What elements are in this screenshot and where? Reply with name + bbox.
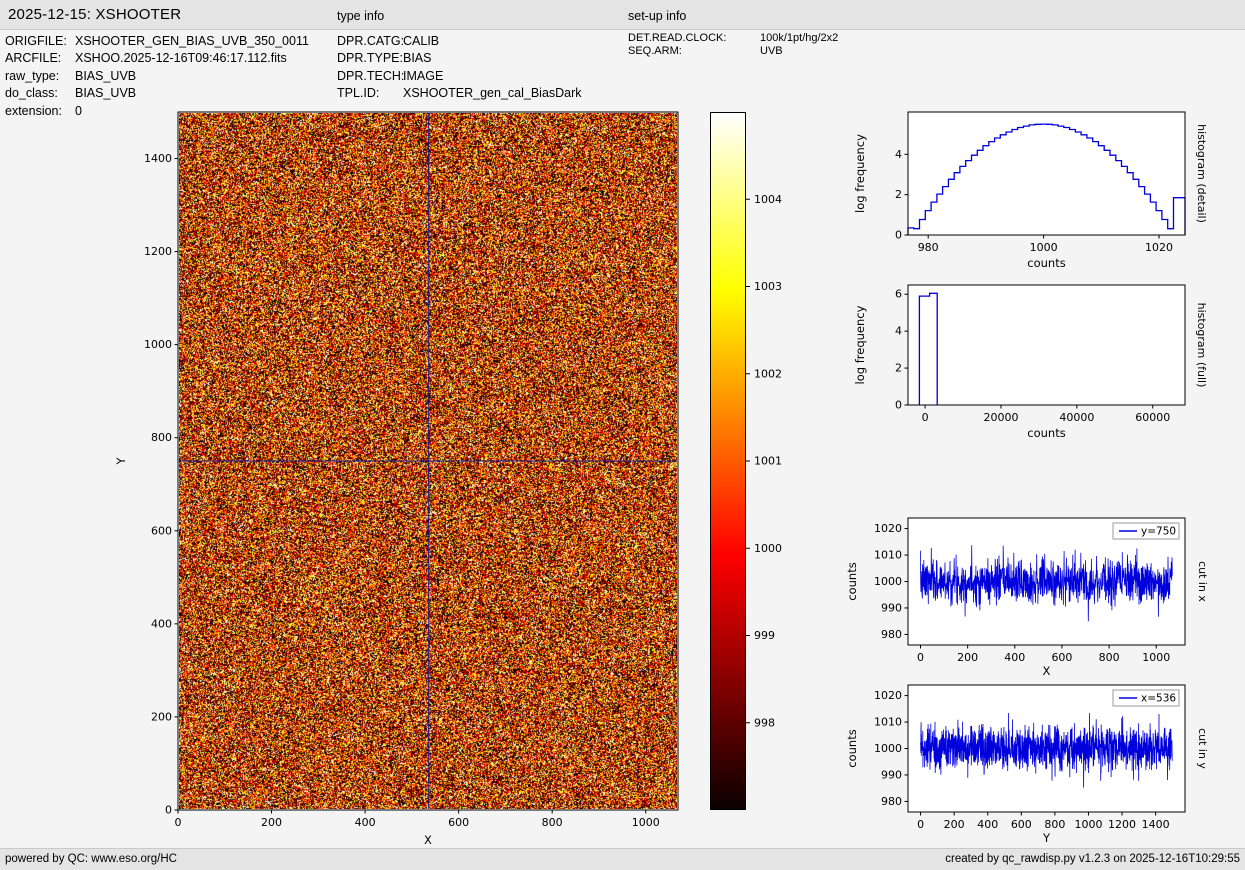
svg-text:X: X — [1043, 664, 1051, 678]
svg-text:4: 4 — [895, 325, 902, 338]
svg-text:20000: 20000 — [983, 411, 1018, 424]
svg-text:600: 600 — [1051, 651, 1072, 664]
svg-text:980: 980 — [918, 241, 939, 254]
svg-text:2: 2 — [895, 362, 902, 375]
histogram-full-plot: 0 20000 40000 60000 0 2 4 6 counts log frequency h… — [853, 284, 1208, 440]
svg-text:1000: 1000 — [874, 742, 902, 755]
svg-text:counts: counts — [1027, 256, 1065, 270]
svg-text:980: 980 — [881, 795, 902, 808]
svg-text:1000: 1000 — [632, 816, 660, 829]
bias-image-canvas — [179, 113, 677, 809]
svg-text:1000: 1000 — [754, 542, 782, 555]
svg-text:1010: 1010 — [874, 549, 902, 562]
svg-text:y=750: y=750 — [1141, 526, 1176, 538]
svg-text:cut in x: cut in x — [1196, 561, 1209, 602]
svg-text:200: 200 — [151, 710, 172, 723]
svg-text:980: 980 — [881, 628, 902, 641]
svg-text:1020: 1020 — [874, 522, 902, 535]
svg-text:400: 400 — [1004, 651, 1025, 664]
svg-text:Y: Y — [114, 457, 128, 466]
svg-text:0: 0 — [175, 816, 182, 829]
svg-text:cut in y: cut in y — [1196, 728, 1209, 769]
qc-report-page: 2025-12-15: XSHOOTER type info set-up in… — [0, 0, 1245, 870]
svg-text:counts: counts — [845, 729, 859, 767]
svg-text:200: 200 — [261, 816, 282, 829]
svg-text:40000: 40000 — [1059, 411, 1094, 424]
svg-text:1000: 1000 — [874, 575, 902, 588]
svg-text:1400: 1400 — [144, 152, 172, 165]
cut-in-x-plot: y=750 0 200 400 600 800 1000 980 990 1000 1010 1020… — [845, 517, 1209, 678]
svg-text:1000: 1000 — [144, 338, 172, 351]
footer-right-text: created by qc_rawdisp.py v1.2.3 on 2025-… — [945, 853, 1240, 865]
svg-text:1020: 1020 — [874, 689, 902, 702]
svg-text:1400: 1400 — [1142, 818, 1170, 831]
svg-text:990: 990 — [881, 768, 902, 781]
svg-text:Y: Y — [1042, 831, 1051, 845]
svg-text:998: 998 — [754, 716, 775, 729]
svg-text:400: 400 — [355, 816, 376, 829]
footer-bar: powered by QC: www.eso.org/HC created by… — [0, 848, 1245, 870]
svg-text:1003: 1003 — [754, 280, 782, 293]
legend: x=536 — [1112, 689, 1180, 707]
svg-text:1001: 1001 — [754, 455, 782, 468]
histogram-detail-plot: 980 1000 1020 0 2 4 counts log frequency histogr… — [853, 111, 1208, 270]
svg-text:1200: 1200 — [1108, 818, 1136, 831]
legend: y=750 — [1112, 522, 1180, 540]
svg-text:800: 800 — [542, 816, 563, 829]
svg-text:60000: 60000 — [1135, 411, 1170, 424]
svg-text:800: 800 — [1044, 818, 1065, 831]
svg-text:1010: 1010 — [874, 716, 902, 729]
svg-text:x=536: x=536 — [1141, 693, 1176, 705]
svg-text:600: 600 — [1011, 818, 1032, 831]
svg-text:0: 0 — [895, 399, 902, 412]
svg-text:counts: counts — [1027, 426, 1065, 440]
svg-text:counts: counts — [845, 562, 859, 600]
svg-text:400: 400 — [151, 617, 172, 630]
svg-text:800: 800 — [151, 431, 172, 444]
svg-text:1000: 1000 — [1142, 651, 1170, 664]
svg-text:1002: 1002 — [754, 367, 782, 380]
svg-text:400: 400 — [977, 818, 998, 831]
footer-left-text: powered by QC: www.eso.org/HC — [5, 853, 177, 865]
svg-text:1004: 1004 — [754, 193, 782, 206]
svg-text:histogram (detail): histogram (detail) — [1195, 124, 1208, 223]
svg-text:0: 0 — [917, 818, 924, 831]
svg-text:200: 200 — [957, 651, 978, 664]
svg-text:1200: 1200 — [144, 245, 172, 258]
cut-in-y-plot: x=536 0 200 400 600 800 1000 1200 1400 980 990 1000… — [845, 684, 1209, 845]
svg-text:histogram (full): histogram (full) — [1195, 303, 1208, 388]
svg-text:6: 6 — [895, 288, 902, 301]
svg-text:600: 600 — [151, 524, 172, 537]
svg-text:0: 0 — [922, 411, 929, 424]
svg-text:600: 600 — [448, 816, 469, 829]
svg-text:log frequency: log frequency — [853, 305, 867, 384]
colorbar-gradient — [710, 112, 746, 810]
svg-text:log frequency: log frequency — [853, 134, 867, 213]
svg-text:990: 990 — [881, 601, 902, 614]
svg-text:4: 4 — [895, 148, 902, 161]
svg-text:0: 0 — [165, 804, 172, 817]
svg-text:999: 999 — [754, 629, 775, 642]
svg-text:X: X — [424, 833, 432, 847]
figure-area: 0 200 400 600 800 1000 0 200 400 600 800 1000 1200 14… — [0, 0, 1245, 870]
svg-text:1000: 1000 — [1074, 818, 1102, 831]
svg-text:2: 2 — [895, 188, 902, 201]
svg-text:1000: 1000 — [1030, 241, 1058, 254]
svg-text:800: 800 — [1099, 651, 1120, 664]
svg-text:200: 200 — [944, 818, 965, 831]
svg-text:0: 0 — [895, 229, 902, 242]
svg-text:0: 0 — [917, 651, 924, 664]
svg-text:1020: 1020 — [1145, 241, 1173, 254]
